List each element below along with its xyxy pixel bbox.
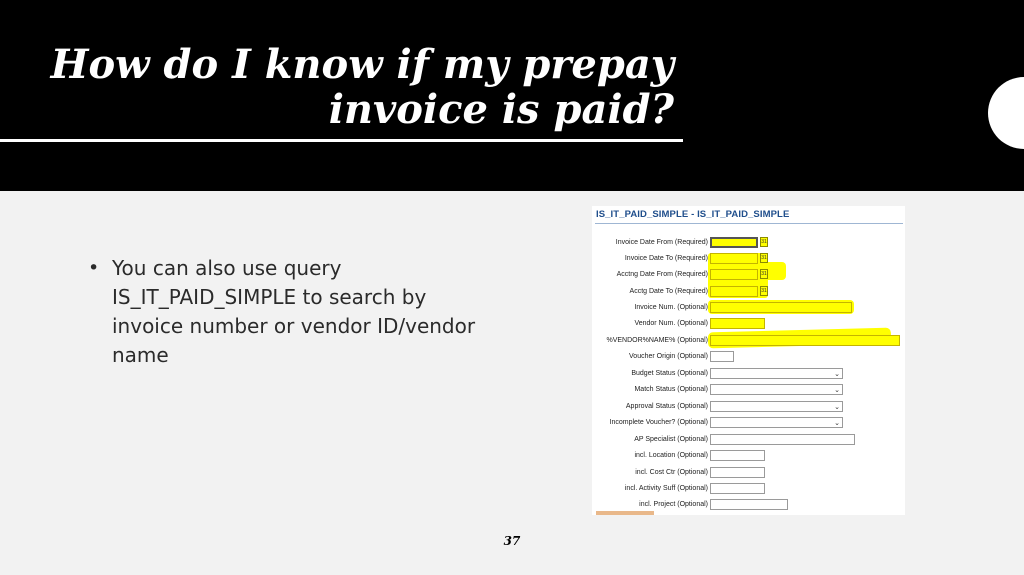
- form-row: incl. Location (Optional): [592, 450, 905, 462]
- field-label: Invoice Num. (Optional): [634, 304, 708, 311]
- vendor-num-field[interactable]: [710, 318, 765, 329]
- field-label: %VENDOR%NAME% (Optional): [606, 337, 708, 344]
- form-row: Vendor Num. (Optional): [592, 318, 905, 330]
- form-row: Acctg Date To (Required) 31: [592, 286, 905, 298]
- calendar-icon[interactable]: 31: [760, 269, 768, 279]
- voucher-origin-field[interactable]: [710, 351, 734, 362]
- field-label: Invoice Date To (Required): [624, 255, 708, 262]
- invoice-date-to-field[interactable]: [710, 253, 758, 264]
- match-status-select[interactable]: ⌄: [710, 384, 843, 395]
- field-label: incl. Location (Optional): [634, 452, 708, 459]
- activity-suff-field[interactable]: [710, 483, 765, 494]
- form-row: incl. Project (Optional): [592, 499, 905, 511]
- form-row: Incomplete Voucher? (Optional) ⌄: [592, 417, 905, 429]
- form-row: Match Status (Optional) ⌄: [592, 384, 905, 396]
- chevron-down-icon: ⌄: [834, 386, 840, 394]
- form-row: Invoice Date From (Required) 31: [592, 237, 905, 249]
- calendar-icon[interactable]: 31: [760, 237, 768, 247]
- chevron-down-icon: ⌄: [834, 370, 840, 378]
- invoice-date-from-field[interactable]: [710, 237, 758, 248]
- form-row: AP Specialist (Optional): [592, 434, 905, 446]
- slide-title-line-1: How do I know if my prepay: [50, 41, 674, 88]
- title-underline: [0, 139, 683, 142]
- ap-specialist-field[interactable]: [710, 434, 855, 445]
- approval-status-select[interactable]: ⌄: [710, 401, 843, 412]
- chevron-down-icon: ⌄: [834, 419, 840, 427]
- form-title: IS_IT_PAID_SIMPLE - IS_IT_PAID_SIMPLE: [596, 209, 790, 220]
- field-label: incl. Activity Suff (Optional): [624, 485, 708, 492]
- calendar-icon[interactable]: 31: [760, 286, 768, 296]
- incomplete-voucher-select[interactable]: ⌄: [710, 417, 843, 428]
- field-label: Voucher Origin (Optional): [629, 353, 708, 360]
- chevron-down-icon: ⌄: [834, 403, 840, 411]
- form-row: Acctng Date From (Required) 31: [592, 269, 905, 281]
- form-row: incl. Activity Suff (Optional): [592, 483, 905, 495]
- form-title-divider: [595, 223, 903, 224]
- form-row: Budget Status (Optional) ⌄: [592, 368, 905, 380]
- field-label: Approval Status (Optional): [625, 403, 708, 410]
- field-label: Acctng Date From (Required): [616, 271, 708, 278]
- query-form-screenshot: IS_IT_PAID_SIMPLE - IS_IT_PAID_SIMPLE In…: [592, 206, 905, 515]
- bullet-item: You can also use query IS_IT_PAID_SIMPLE…: [84, 254, 494, 370]
- field-label: Budget Status (Optional): [631, 370, 708, 377]
- acctg-date-to-field[interactable]: [710, 286, 758, 297]
- form-row: Approval Status (Optional) ⌄: [592, 401, 905, 413]
- slide-title: How do I know if my prepay invoice is pa…: [34, 42, 674, 132]
- field-label: Incomplete Voucher? (Optional): [609, 419, 708, 426]
- location-field[interactable]: [710, 450, 765, 461]
- field-label: incl. Cost Ctr (Optional): [635, 469, 708, 476]
- form-row: %VENDOR%NAME% (Optional): [592, 335, 905, 347]
- field-label: Match Status (Optional): [634, 386, 708, 393]
- bullet-list: You can also use query IS_IT_PAID_SIMPLE…: [84, 254, 494, 370]
- field-label: Invoice Date From (Required): [615, 239, 708, 246]
- acctng-date-from-field[interactable]: [710, 269, 758, 280]
- field-label: incl. Project (Optional): [639, 501, 708, 508]
- field-label: Acctg Date To (Required): [629, 288, 708, 295]
- project-field[interactable]: [710, 499, 788, 510]
- form-row: Invoice Date To (Required) 31: [592, 253, 905, 265]
- calendar-icon[interactable]: 31: [760, 253, 768, 263]
- slide-title-line-2: invoice is paid?: [328, 86, 674, 133]
- cost-ctr-field[interactable]: [710, 467, 765, 478]
- page-number: 37: [503, 534, 521, 548]
- field-label: AP Specialist (Optional): [634, 436, 708, 443]
- form-row: Invoice Num. (Optional): [592, 302, 905, 314]
- form-row: incl. Cost Ctr (Optional): [592, 467, 905, 479]
- budget-status-select[interactable]: ⌄: [710, 368, 843, 379]
- field-label: Vendor Num. (Optional): [634, 320, 708, 327]
- run-button-edge: [596, 511, 654, 515]
- vendor-name-field[interactable]: [710, 335, 900, 346]
- invoice-num-field[interactable]: [710, 302, 852, 313]
- form-row: Voucher Origin (Optional): [592, 351, 905, 363]
